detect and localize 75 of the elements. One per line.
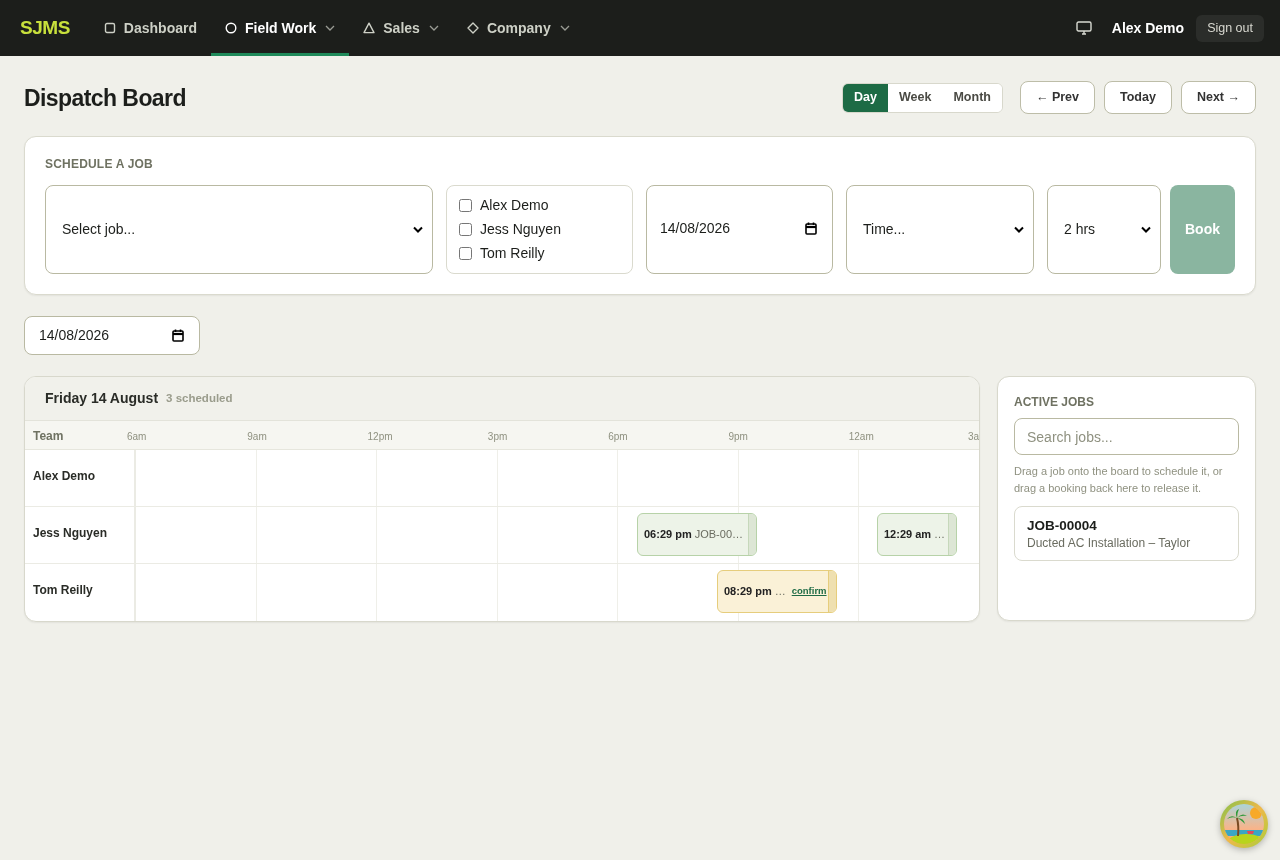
checkbox[interactable] — [459, 247, 472, 260]
resize-handle[interactable] — [948, 514, 956, 555]
checkbox-label: Jess Nguyen — [480, 220, 561, 239]
triangle-icon — [363, 22, 376, 34]
booking-job-label: … — [774, 584, 786, 600]
hour-label: 3pm — [487, 430, 508, 444]
booking-time: 08:29 pm — [724, 584, 772, 600]
select-field[interactable]: Time... — [846, 185, 1034, 274]
beach-badge-icon[interactable] — [1220, 800, 1268, 848]
calendar-icon — [805, 222, 817, 235]
drag-hint-text: Drag a job onto the board to schedule it, or drag a booking back here to release it. — [1014, 464, 1224, 496]
booking-job-label: … — [934, 527, 946, 543]
view-tab[interactable]: Day — [843, 83, 888, 112]
square-icon — [103, 22, 116, 34]
nav-tab[interactable]: Sales — [349, 0, 453, 56]
user-name: Alex Demo — [1111, 18, 1185, 38]
booking-job-label: JOB-00… — [694, 527, 743, 543]
chevron-down-icon — [559, 25, 570, 31]
resize-handle[interactable] — [748, 514, 756, 555]
checkbox[interactable] — [459, 223, 472, 236]
job-id: JOB-00004 — [1027, 517, 1098, 535]
booking-time: 12:29 am — [884, 527, 932, 543]
prev-button[interactable]: ← Prev — [1019, 81, 1096, 114]
job-card[interactable]: JOB-00004 Ducted AC Installation – Taylor — [1014, 506, 1239, 561]
nav-tab[interactable]: Field Work — [210, 0, 350, 56]
hour-label: 9pm — [728, 430, 748, 444]
nav-tab-label: Field Work — [244, 18, 317, 38]
diamond-icon — [466, 22, 479, 34]
nav-tab-label: Dashboard — [123, 18, 197, 38]
sign-out-button[interactable]: Sign out — [1196, 14, 1264, 42]
hour-label: 12pm — [367, 430, 393, 444]
job-title: Ducted AC Installation – Taylor — [1027, 535, 1192, 552]
app-logo: SJMS — [20, 15, 70, 40]
chevron-down-icon — [1014, 226, 1024, 233]
date-field[interactable]: 14/08/2026 — [646, 185, 833, 274]
booking-block[interactable]: 06:29 pm JOB-00… — [637, 513, 757, 556]
monitor-icon[interactable] — [1075, 21, 1092, 35]
booking-block[interactable]: 08:29 pm … confirm — [717, 570, 837, 613]
board-date: Friday 14 August — [45, 389, 159, 408]
hour-label: 6pm — [608, 430, 628, 444]
select-field[interactable]: Select job... — [45, 185, 433, 274]
hour-label: 12am — [848, 430, 874, 444]
nav-tab[interactable]: Company — [452, 0, 584, 56]
checkbox-label: Tom Reilly — [480, 244, 545, 263]
section-heading: SCHEDULE A JOB — [45, 157, 154, 172]
next-button[interactable]: Next → — [1180, 81, 1256, 114]
nav-tab-label: Company — [486, 18, 551, 38]
nav-tab[interactable]: Dashboard — [89, 0, 211, 56]
circle-icon — [224, 22, 237, 34]
hour-label: 3a — [967, 430, 979, 444]
page-title: Dispatch Board — [24, 84, 186, 114]
calendar-icon — [172, 329, 184, 342]
resize-handle[interactable] — [828, 571, 836, 612]
booking-time: 06:29 pm — [644, 527, 692, 543]
nav-tab-label: Sales — [383, 18, 420, 38]
hour-label: 9am — [247, 430, 267, 444]
select-field[interactable]: 2 hrs — [1047, 185, 1161, 274]
date-field[interactable]: 14/08/2026 — [24, 316, 200, 355]
team-member-name: Alex Demo — [33, 469, 96, 483]
section-heading: ACTIVE JOBS — [1014, 395, 1095, 410]
search-field[interactable]: Search jobs... — [1014, 418, 1239, 455]
team-member-name: Jess Nguyen — [33, 526, 108, 540]
team-member-name: Tom Reilly — [33, 583, 93, 597]
checkbox-label: Alex Demo — [480, 196, 549, 215]
today-button[interactable]: Today — [1104, 81, 1172, 114]
booking-block[interactable]: 12:29 am … — [877, 513, 957, 556]
chevron-down-icon — [428, 25, 439, 31]
checkbox[interactable] — [459, 199, 472, 212]
chevron-down-icon — [1141, 226, 1151, 233]
team-column-header: Team — [33, 428, 64, 445]
confirm-link[interactable]: confirm — [791, 584, 827, 599]
scheduled-count: 3 scheduled — [166, 390, 233, 406]
chevron-down-icon — [413, 226, 423, 233]
hour-label: 6am — [127, 430, 147, 444]
chevron-down-icon — [325, 25, 336, 31]
